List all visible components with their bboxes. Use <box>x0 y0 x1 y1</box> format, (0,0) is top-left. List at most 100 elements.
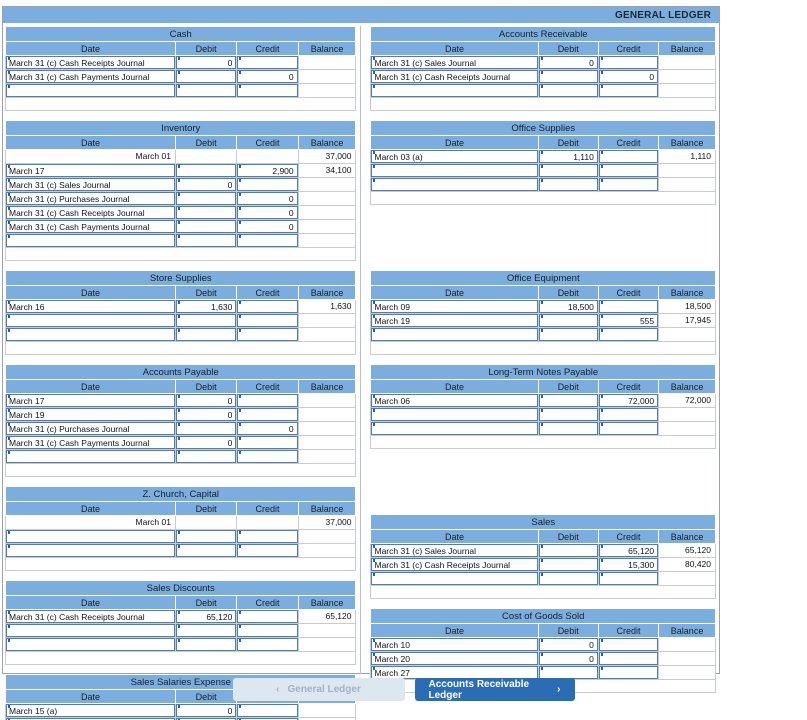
credit-input[interactable]: 0 <box>237 422 298 435</box>
debit-input[interactable] <box>175 638 237 651</box>
date-input[interactable] <box>371 422 538 435</box>
date-input[interactable] <box>6 544 175 557</box>
debit-input[interactable] <box>538 178 598 191</box>
date-input[interactable]: March 31 (c) Cash Receipts Journal <box>371 558 538 571</box>
credit-input[interactable]: 0 <box>237 70 298 83</box>
debit-input[interactable] <box>538 164 598 177</box>
credit-input[interactable] <box>598 652 659 665</box>
date-input[interactable] <box>6 234 175 247</box>
debit-input[interactable]: 0 <box>538 652 598 665</box>
date-input[interactable] <box>371 178 538 191</box>
credit-input[interactable] <box>598 328 659 341</box>
debit-input[interactable]: 1,630 <box>175 300 237 313</box>
credit-input[interactable] <box>598 84 659 97</box>
debit-input[interactable] <box>538 544 598 557</box>
credit-input[interactable] <box>237 436 298 449</box>
debit-input[interactable] <box>175 450 237 463</box>
credit-input[interactable] <box>237 624 298 637</box>
date-input[interactable] <box>371 84 538 97</box>
debit-input[interactable] <box>538 394 598 407</box>
credit-input[interactable] <box>237 178 298 191</box>
credit-input[interactable] <box>598 638 659 651</box>
debit-input[interactable] <box>175 220 237 233</box>
date-input[interactable]: March 31 (c) Cash Receipts Journal <box>6 206 175 219</box>
debit-input[interactable] <box>538 84 598 97</box>
date-input[interactable]: March 31 (c) Cash Receipts Journal <box>371 70 538 83</box>
debit-input[interactable]: 65,120 <box>175 610 237 623</box>
credit-input[interactable] <box>237 300 298 313</box>
credit-input[interactable]: 555 <box>598 314 659 327</box>
credit-input[interactable]: 65,120 <box>598 544 659 557</box>
debit-input[interactable]: 0 <box>538 56 598 69</box>
debit-input[interactable] <box>175 164 237 177</box>
credit-input[interactable]: 2,900 <box>237 164 298 177</box>
debit-input[interactable] <box>175 328 237 341</box>
debit-input[interactable] <box>175 206 237 219</box>
date-input[interactable] <box>6 84 175 97</box>
date-input[interactable]: March 31 (c) Sales Journal <box>371 56 538 69</box>
credit-input[interactable] <box>237 328 298 341</box>
date-input[interactable] <box>6 530 175 543</box>
credit-input[interactable]: 0 <box>598 70 659 83</box>
debit-input[interactable]: 0 <box>175 178 237 191</box>
date-input[interactable]: March 10 <box>371 638 538 651</box>
date-input[interactable] <box>6 328 175 341</box>
date-input[interactable] <box>6 314 175 327</box>
credit-input[interactable] <box>598 408 659 421</box>
debit-input[interactable] <box>175 530 237 543</box>
prev-general-ledger-button[interactable]: ‹ General Ledger <box>232 678 405 701</box>
credit-input[interactable] <box>237 314 298 327</box>
date-input[interactable] <box>371 164 538 177</box>
credit-input[interactable] <box>598 300 659 313</box>
debit-input[interactable]: 0 <box>175 394 237 407</box>
credit-input[interactable] <box>598 178 659 191</box>
credit-input[interactable]: 72,000 <box>598 394 659 407</box>
credit-input[interactable]: 15,300 <box>598 558 659 571</box>
debit-input[interactable]: 0 <box>175 408 237 421</box>
date-input[interactable]: March 17 <box>6 394 175 407</box>
date-input[interactable]: March 31 (c) Purchases Journal <box>6 422 175 435</box>
credit-input[interactable] <box>237 84 298 97</box>
date-input[interactable] <box>371 408 538 421</box>
debit-input[interactable] <box>175 234 237 247</box>
date-input[interactable] <box>371 572 538 585</box>
credit-input[interactable] <box>237 450 298 463</box>
date-input[interactable] <box>371 328 538 341</box>
date-input[interactable]: March 31 (c) Cash Receipts Journal <box>6 610 175 623</box>
date-input[interactable]: March 20 <box>371 652 538 665</box>
credit-input[interactable]: 0 <box>237 206 298 219</box>
debit-input[interactable] <box>175 84 237 97</box>
credit-input[interactable] <box>237 408 298 421</box>
debit-input[interactable] <box>175 422 237 435</box>
date-input[interactable]: March 06 <box>371 394 538 407</box>
credit-input[interactable] <box>598 422 659 435</box>
date-input[interactable]: March 31 (c) Cash Receipts Journal <box>6 56 175 69</box>
debit-input[interactable]: 0 <box>175 436 237 449</box>
credit-input[interactable]: 0 <box>237 220 298 233</box>
date-input[interactable]: March 31 (c) Sales Journal <box>6 178 175 191</box>
date-input[interactable]: March 09 <box>371 300 538 313</box>
debit-input[interactable] <box>538 558 598 571</box>
date-input[interactable]: March 17 <box>6 164 175 177</box>
date-input[interactable] <box>6 450 175 463</box>
credit-input[interactable] <box>237 530 298 543</box>
credit-input[interactable] <box>598 150 659 163</box>
credit-input[interactable] <box>237 234 298 247</box>
credit-input[interactable] <box>237 610 298 623</box>
debit-input[interactable] <box>538 70 598 83</box>
debit-input[interactable] <box>175 314 237 327</box>
debit-input[interactable] <box>538 314 598 327</box>
credit-input[interactable] <box>237 638 298 651</box>
debit-input[interactable] <box>538 328 598 341</box>
next-accounts-receivable-ledger-button[interactable]: Accounts Receivable Ledger › <box>414 678 575 701</box>
date-input[interactable]: March 16 <box>6 300 175 313</box>
debit-input[interactable] <box>175 624 237 637</box>
date-input[interactable]: March 31 (c) Sales Journal <box>371 544 538 557</box>
date-input[interactable] <box>6 624 175 637</box>
date-input[interactable]: March 31 (c) Cash Payments Journal <box>6 220 175 233</box>
debit-input[interactable]: 1,110 <box>538 150 598 163</box>
debit-input[interactable] <box>175 192 237 205</box>
debit-input[interactable] <box>538 572 598 585</box>
debit-input[interactable] <box>175 544 237 557</box>
credit-input[interactable] <box>237 544 298 557</box>
